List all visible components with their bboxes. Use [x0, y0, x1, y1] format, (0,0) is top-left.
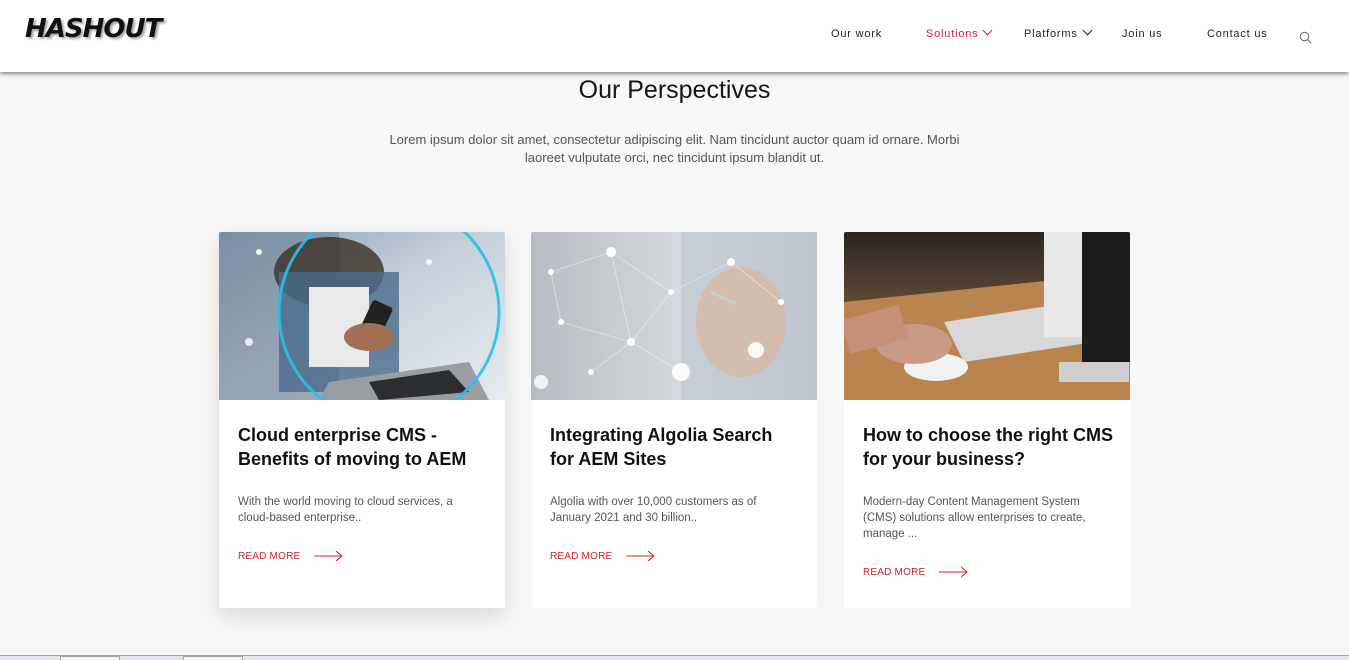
nav-contact-us-label: Contact us — [1207, 28, 1268, 40]
chevron-down-icon — [1082, 25, 1093, 36]
search-icon[interactable] — [1299, 31, 1312, 44]
chevron-down-icon — [983, 25, 993, 36]
page-title: Our Perspectives — [578, 76, 771, 104]
section-intro: Lorem ipsum dolor sit amet, consectetur … — [389, 132, 960, 165]
nav-contact-us[interactable]: Contact us — [1207, 28, 1268, 40]
read-more-link[interactable]: READ MORE — [863, 566, 969, 578]
card-image-network[interactable] — [531, 232, 817, 400]
article-card[interactable]: Integrating Algolia Search for AEM Sites… — [531, 232, 817, 608]
read-more-label: READ MORE — [863, 566, 926, 578]
nav-join-us[interactable]: Join us — [1122, 28, 1162, 40]
card-title[interactable]: Integrating Algolia Search for AEM Sites — [550, 423, 800, 471]
arrow-right-icon — [626, 550, 656, 562]
arrow-right-icon — [314, 550, 344, 562]
card-title[interactable]: How to choose the right CMS for your bus… — [863, 423, 1113, 471]
card-excerpt: Modern-day Content Management System (CM… — [863, 496, 1086, 540]
read-more-label: READ MORE — [550, 550, 613, 562]
nav-join-us-label: Join us — [1122, 28, 1163, 40]
nav-platforms[interactable]: Platforms — [1024, 25, 1093, 40]
article-card[interactable]: Cloud enterprise CMS - Benefits of movin… — [219, 232, 505, 608]
article-card[interactable]: How to choose the right CMS for your bus… — [844, 232, 1130, 608]
taskbar-tab[interactable] — [183, 656, 243, 660]
nav-our-work-label: Our work — [831, 28, 883, 40]
read-more-label: READ MORE — [238, 550, 301, 562]
site-header: HASHOUT Our work Solutions Platforms Joi… — [0, 0, 1349, 72]
card-image-desk[interactable] — [844, 232, 1130, 400]
card-excerpt: Algolia with over 10,000 customers as of… — [550, 496, 757, 524]
hashout-logo[interactable]: HASHOUT — [25, 14, 162, 44]
arrow-right-icon — [939, 566, 969, 578]
card-title[interactable]: Cloud enterprise CMS - Benefits of movin… — [238, 423, 488, 471]
nav-solutions-label: Solutions — [926, 28, 979, 40]
card-image-cloud[interactable] — [219, 232, 505, 400]
nav-platforms-label: Platforms — [1024, 28, 1078, 40]
read-more-link[interactable]: READ MORE — [550, 550, 656, 562]
nav-our-work[interactable]: Our work — [831, 28, 882, 40]
taskbar-tab[interactable] — [60, 656, 120, 660]
read-more-link[interactable]: READ MORE — [238, 550, 344, 562]
nav-solutions[interactable]: Solutions — [926, 25, 993, 40]
card-excerpt: With the world moving to cloud services,… — [238, 496, 453, 524]
